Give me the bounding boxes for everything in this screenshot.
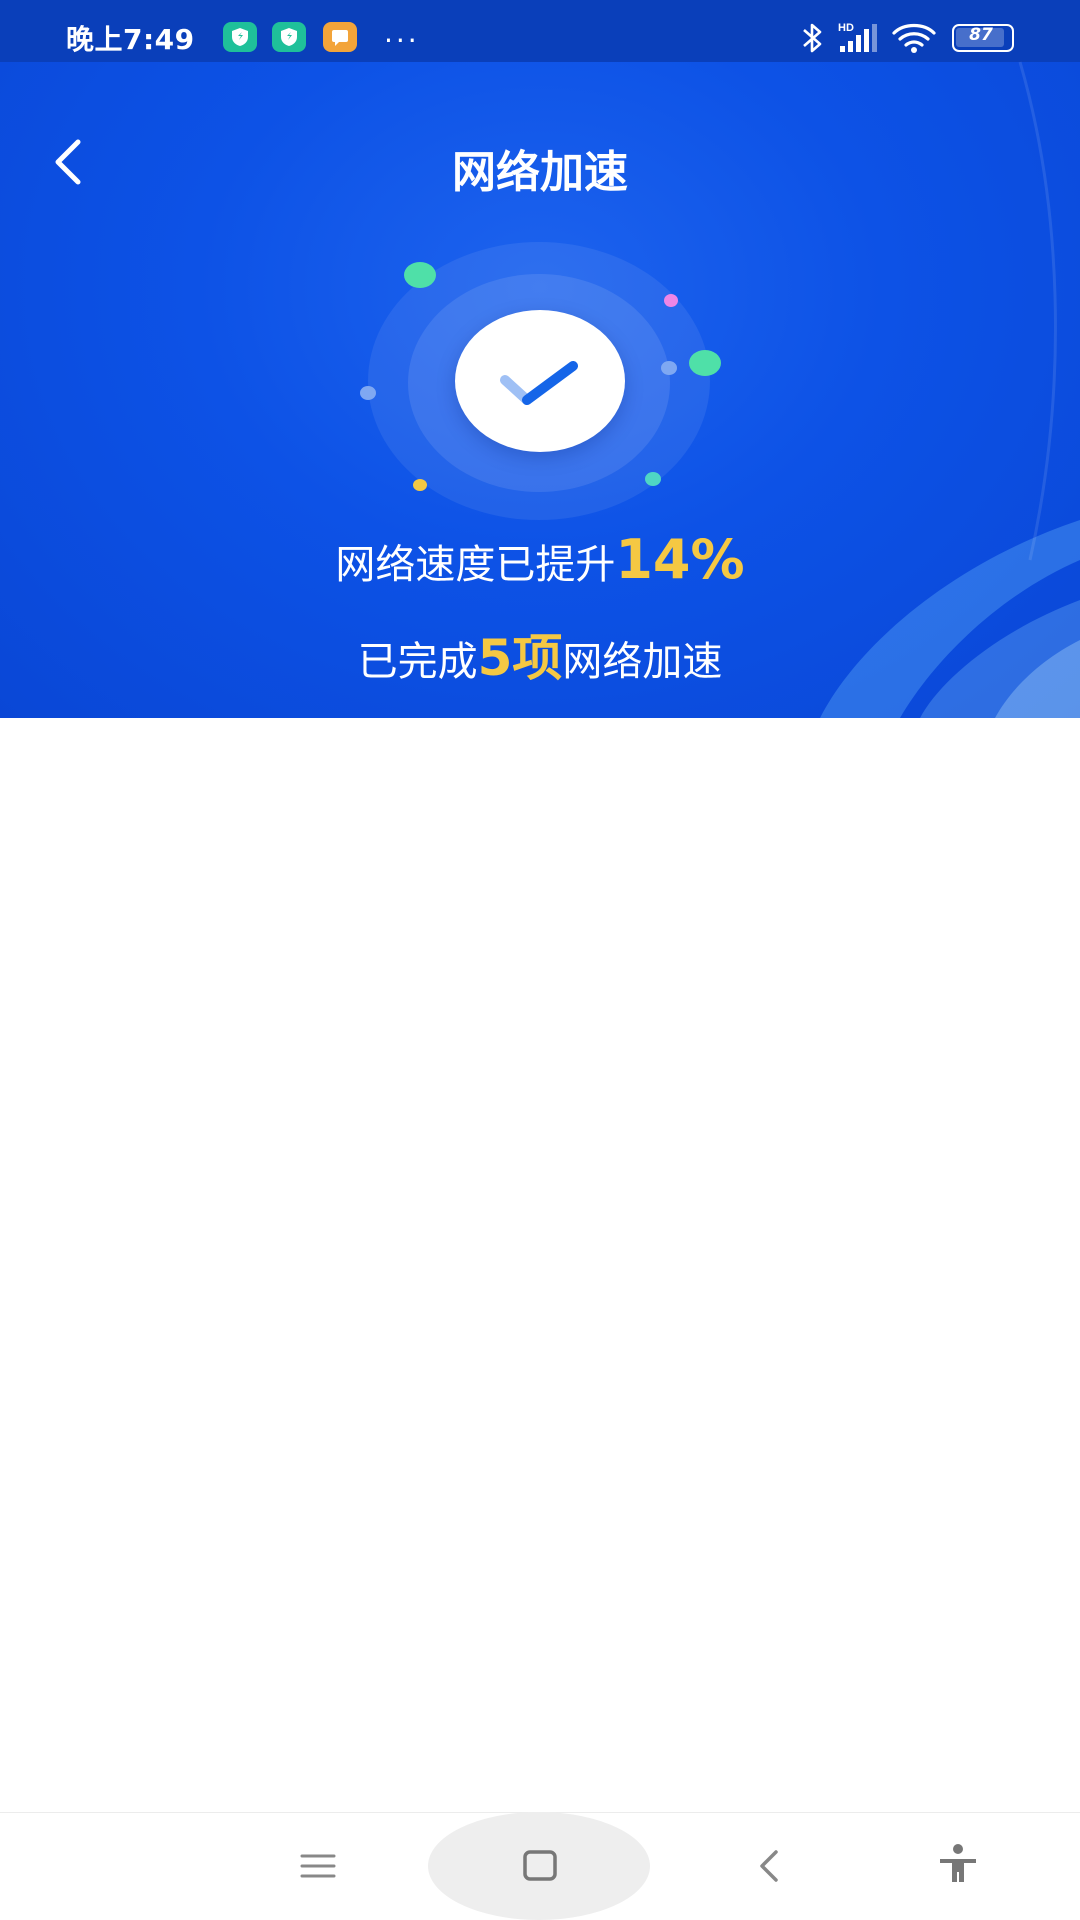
decor-bubble	[645, 472, 661, 486]
speed-prefix: 网络速度已提升	[335, 542, 616, 588]
wifi-icon	[892, 23, 936, 53]
battery-tip	[952, 24, 1014, 52]
more-notifications-indicator: ···	[384, 24, 420, 57]
decor-bubble	[360, 386, 376, 400]
done-prefix: 已完成	[357, 639, 478, 685]
shield-app-icon	[272, 22, 306, 52]
message-app-icon	[323, 22, 357, 52]
decor-bubble	[404, 262, 436, 288]
done-suffix: 网络加速	[562, 639, 723, 685]
done-count: 5项	[477, 629, 563, 687]
shield-app-icon	[223, 22, 257, 52]
signal-hd-icon: HD	[838, 22, 877, 52]
page-title: 网络加速	[452, 147, 628, 198]
accessibility-button[interactable]	[910, 1812, 1006, 1920]
bluetooth-icon	[803, 23, 822, 53]
completed-items-text: 已完成5项网络加速	[0, 618, 1080, 690]
menu-icon	[300, 1854, 336, 1878]
menu-button[interactable]	[270, 1812, 366, 1920]
back-icon	[760, 1850, 778, 1882]
decor-bubble	[689, 350, 721, 376]
decor-bubble	[664, 294, 678, 307]
svg-text:HD: HD	[838, 22, 854, 34]
status-time: 晚上7:49	[66, 23, 195, 56]
success-badge	[455, 310, 625, 452]
accessibility-icon	[940, 1844, 976, 1882]
speed-value: 14%	[615, 528, 745, 591]
home-button[interactable]	[492, 1812, 588, 1920]
speed-improvement-text: 网络速度已提升14%	[0, 528, 1080, 591]
system-back-button[interactable]	[720, 1812, 816, 1920]
home-icon	[523, 1850, 557, 1881]
decor-bubble	[413, 479, 427, 491]
decor-bubble	[661, 361, 677, 375]
check-icon	[500, 361, 578, 405]
